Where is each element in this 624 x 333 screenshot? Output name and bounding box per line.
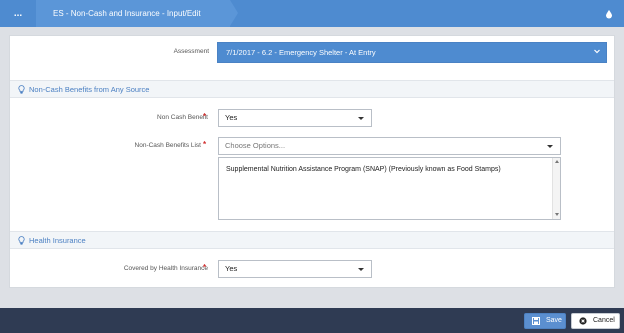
- selected-benefits-listbox[interactable]: Supplemental Nutrition Assistance Progra…: [218, 157, 561, 220]
- lightbulb-icon: [18, 85, 25, 94]
- water-drop-icon[interactable]: [604, 9, 614, 19]
- form-card: Assessment 7/1/2017 - 6.2 - Emergency Sh…: [9, 35, 615, 288]
- page-title: ES - Non-Cash and Insurance - Input/Edit: [53, 9, 201, 18]
- page-header: ... ES - Non-Cash and Insurance - Input/…: [0, 0, 624, 27]
- caret-down-icon: [358, 117, 364, 120]
- floppy-disk-icon: [532, 317, 540, 325]
- caret-down-icon: [547, 145, 553, 148]
- assessment-select[interactable]: 7/1/2017 - 6.2 - Emergency Shelter - At …: [217, 42, 607, 63]
- caret-down-icon: [358, 268, 364, 271]
- scroll-down-arrow-icon[interactable]: [555, 213, 559, 216]
- cancel-button[interactable]: Cancel: [571, 313, 620, 329]
- required-asterisk: *: [203, 112, 207, 121]
- non-cash-benefit-label: Non Cash Benefit: [157, 114, 208, 121]
- listbox-scrollbar[interactable]: [552, 158, 560, 219]
- section-header-noncash: Non-Cash Benefits from Any Source: [10, 80, 614, 98]
- more-button[interactable]: ...: [0, 0, 36, 27]
- scroll-up-arrow-icon[interactable]: [555, 160, 559, 163]
- section-header-health: Health Insurance: [10, 231, 614, 249]
- close-icon: [579, 317, 587, 325]
- footer-bar: Save Cancel: [0, 308, 624, 333]
- assessment-value: 7/1/2017 - 6.2 - Emergency Shelter - At …: [226, 48, 376, 57]
- non-cash-benefits-list-select[interactable]: Choose Options...: [218, 137, 561, 155]
- section-title: Health Insurance: [29, 236, 86, 245]
- cancel-label: Cancel: [593, 317, 615, 324]
- breadcrumb: ES - Non-Cash and Insurance - Input/Edit: [36, 0, 238, 27]
- save-button[interactable]: Save: [524, 313, 566, 329]
- choose-options-placeholder: Choose Options...: [225, 141, 286, 150]
- non-cash-benefit-value: Yes: [225, 113, 238, 122]
- non-cash-benefits-list-label: Non-Cash Benefits List: [134, 142, 201, 149]
- section-title: Non-Cash Benefits from Any Source: [29, 85, 150, 94]
- save-label: Save: [546, 317, 562, 324]
- chevron-down-icon: [594, 49, 600, 54]
- required-asterisk: *: [203, 263, 207, 272]
- assessment-label: Assessment: [173, 48, 209, 55]
- list-item[interactable]: Supplemental Nutrition Assistance Progra…: [226, 166, 560, 173]
- required-asterisk: *: [203, 140, 207, 149]
- lightbulb-icon: [18, 236, 25, 245]
- covered-by-health-insurance-value: Yes: [225, 264, 238, 273]
- covered-by-health-insurance-select[interactable]: Yes: [218, 260, 372, 278]
- non-cash-benefit-select[interactable]: Yes: [218, 109, 372, 127]
- covered-by-health-insurance-label: Covered by Health Insurance: [123, 265, 208, 272]
